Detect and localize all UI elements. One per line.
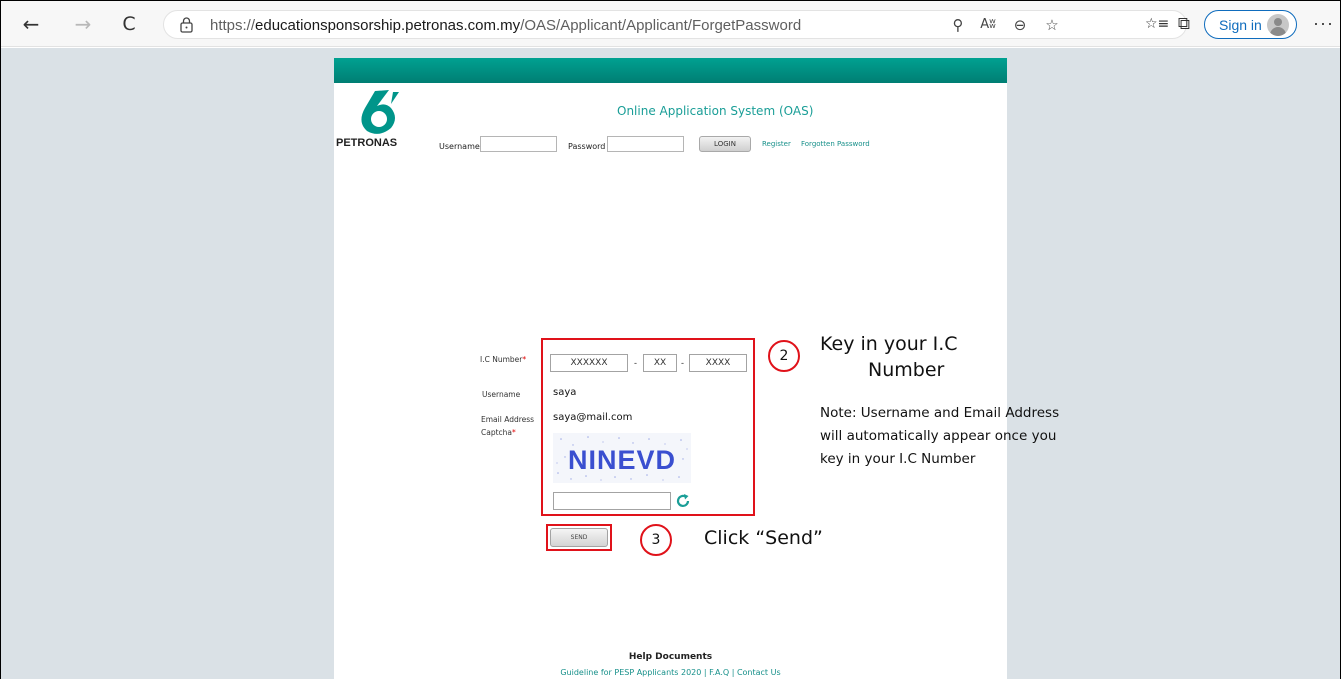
captcha-label-text: Captcha — [481, 428, 513, 437]
url-text[interactable]: https://educationsponsorship.petronas.co… — [210, 17, 801, 34]
page-viewport: PETRONAS Online Application System (OAS)… — [1, 48, 1340, 679]
captcha-label: Captcha* — [481, 428, 516, 437]
read-aloud-icon[interactable]: Aʬ — [979, 16, 997, 34]
browser-toolbar: ← → C https://educationsponsorship.petro… — [1, 1, 1340, 47]
url-domain: educationsponsorship.petronas.com.my — [255, 17, 521, 34]
header-username-label: Username — [439, 142, 480, 151]
app-title: Online Application System (OAS) — [617, 104, 814, 118]
ic-number-label: I.C Number* — [480, 355, 526, 364]
step-2-marker: 2 — [768, 340, 800, 372]
url-path: /OAS/Applicant/Applicant/ForgetPassword — [520, 17, 802, 34]
highlight-send-box — [546, 524, 612, 551]
email-label: Email Address — [481, 415, 535, 424]
required-mark: * — [522, 355, 527, 364]
lock-icon[interactable] — [180, 17, 193, 33]
browser-window: ← → C https://educationsponsorship.petro… — [0, 0, 1341, 679]
note-line3: key in your I.C Number — [820, 451, 976, 467]
forgot-password-link[interactable]: Forgotten Password — [801, 140, 870, 148]
note-line2: will automatically appear once you — [820, 428, 1057, 444]
sign-in-label: Sign in — [1219, 17, 1262, 33]
header-username-input[interactable] — [480, 136, 557, 152]
brand-name: PETRONAS — [336, 137, 398, 149]
petronas-logo-icon — [361, 90, 399, 134]
header-password-input[interactable] — [607, 136, 684, 152]
step-2-text-line1: Key in your I.C — [820, 333, 958, 355]
refresh-icon[interactable]: C — [119, 14, 139, 34]
username-label: Username — [482, 390, 521, 399]
address-bar[interactable]: https://educationsponsorship.petronas.co… — [163, 10, 1187, 39]
favorites-icon[interactable]: ☆≡ — [1145, 13, 1169, 35]
zoom-icon[interactable]: ⊖ — [1011, 16, 1029, 34]
register-link[interactable]: Register — [762, 140, 791, 148]
sign-in-button[interactable]: Sign in — [1204, 10, 1297, 39]
note-line1: Note: Username and Email Address — [820, 405, 1060, 421]
highlight-form-box — [541, 338, 755, 516]
collections-icon[interactable]: ⧉ — [1173, 13, 1195, 35]
required-mark: * — [512, 428, 516, 437]
step-3-text: Click “Send” — [704, 527, 823, 549]
favorite-add-icon[interactable]: ☆ — [1043, 16, 1061, 34]
step-2-text-line2: Number — [868, 359, 945, 381]
forward-icon[interactable]: → — [73, 14, 93, 34]
login-button[interactable]: LOGIN — [699, 136, 751, 152]
ic-number-label-text: I.C Number — [480, 355, 523, 364]
step-3-marker: 3 — [640, 524, 672, 556]
more-icon[interactable]: ··· — [1313, 13, 1334, 34]
back-icon[interactable]: ← — [21, 14, 41, 34]
header-band — [334, 58, 1007, 83]
key-icon[interactable]: ⚲ — [949, 16, 967, 34]
header-password-label: Password — [568, 142, 606, 151]
url-scheme: https:// — [210, 17, 256, 34]
avatar-icon — [1267, 14, 1289, 36]
